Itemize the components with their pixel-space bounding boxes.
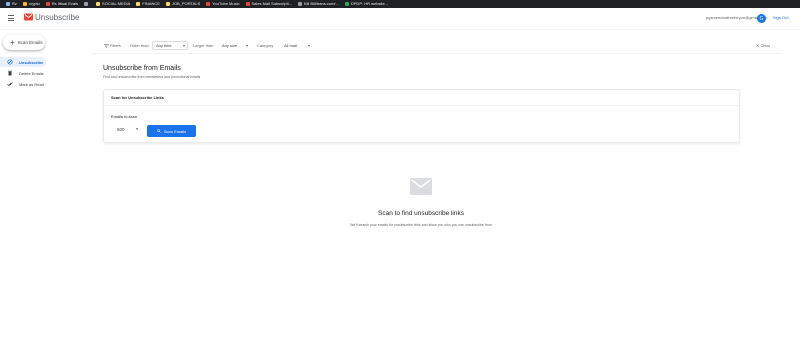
bookmark-item[interactable]: DPDP: HR website... [344,0,388,8]
bookmark-label: Sales Mail Subscripti... [251,1,292,6]
search-icon [157,129,161,133]
empty-state-title: Scan to find unsubscribe links [378,210,464,217]
trash-icon [7,70,13,76]
sidebar-item-mark-as-read[interactable]: Mark as Read [0,79,46,89]
page-title: Unsubscribe from Emails [103,65,181,72]
app-title: Unsubscribe [35,13,80,22]
page-subtitle: Find and unsubscribe from newsletters an… [103,75,201,79]
older-than-value: Any time [156,43,172,48]
sidebar-item-delete-emails[interactable]: Delete Emails [0,68,46,78]
scan-card: Scan for Unsubscribe Links Emails to sca… [103,89,740,143]
filters-label: Filters [110,43,121,48]
bookmark-label: FINANCE [142,1,160,6]
bookmark-item[interactable]: Rz [6,0,17,8]
bookmark-favicon-icon [136,2,141,6]
scan-card-title: Scan for Unsubscribe Links [111,95,164,100]
emails-to-scan-value: 500 [117,126,125,132]
chevron-down-icon: ▾ [307,43,310,48]
plus-icon: + [10,37,15,47]
bookmark-item[interactable]: Sales Mail Subscripti... [245,0,292,8]
unlink-icon [7,59,13,65]
emails-to-scan-select[interactable]: 500 ▾ [112,124,140,134]
emails-to-scan-label: Emails to scan [111,114,138,119]
bookmark-favicon-icon [245,2,250,6]
scan-card-header: Scan for Unsubscribe Links [104,90,739,106]
app-header: Unsubscribe pgsmenutorfreeforyou@gmail.c… [0,8,800,30]
bookmark-item[interactable]: JOB_PORTALS [165,0,201,8]
gmail-logo-icon [24,13,33,21]
sidebar-scan-emails-label: Scan Emails [17,40,43,45]
bookmark-favicon-icon [84,2,89,6]
sign-out-link[interactable]: Sign Out [773,15,789,21]
bookmark-item[interactable]: FINANCE [136,0,160,8]
bookmark-item[interactable] [84,2,90,6]
bookmark-label: Rs Ittisal Evals [51,1,79,6]
done-all-icon [7,81,13,87]
older-than-label: Older than [130,43,149,48]
bookmarks-bar: Rz crypto Rs Ittisal Evals SOCIAL MEDIA FINA… [0,0,800,8]
larger-than-value: Any size [222,43,238,48]
bookmark-label: SOCIAL MEDIA [102,1,131,6]
bookmark-label: crypto [28,1,40,6]
sidebar-item-label: Mark as Read [19,81,44,87]
empty-state-description: We'll search your emails for unsubscribe… [350,223,492,227]
bookmark-favicon-icon [344,2,349,6]
bookmark-item[interactable]: crypto [22,0,40,8]
clear-filters-button[interactable]: ✕ Clear [756,43,770,49]
sidebar-item-unsubscribe[interactable]: Unsubscribe [0,57,46,67]
bookmark-favicon-icon [165,2,170,6]
category-select[interactable]: All mail ▾ [280,41,313,50]
bookmark-favicon-icon [96,2,101,6]
chevron-down-icon: ▾ [245,43,248,48]
larger-than-label: Larger than [193,43,214,48]
bookmark-item[interactable]: Kill Bill/trans.com/... [297,0,339,8]
bookmark-favicon-icon [6,2,10,6]
chevron-down-icon: ▾ [182,43,185,48]
bookmark-label: Rz [12,1,17,6]
bookmark-item[interactable]: YouTube Music [206,0,240,8]
scan-emails-button[interactable]: Scan Emails [147,125,196,137]
bookmark-favicon-icon [297,2,302,6]
sidebar-item-label: Delete Emails [19,70,44,76]
older-than-select[interactable]: Any time ▾ [152,41,188,50]
avatar[interactable]: G [757,14,766,23]
sidebar-scan-emails-button[interactable]: + Scan Emails [3,35,45,50]
mail-icon [410,178,432,195]
larger-than-select[interactable]: Any size ▾ [218,41,251,50]
bookmark-item[interactable]: Rs Ittisal Evals [45,0,79,8]
category-label: Category [257,43,274,48]
chevron-down-icon: ▾ [135,126,138,131]
filter-bar: Filters Older than Any time ▾ Larger tha… [92,38,782,54]
bookmark-favicon-icon [206,2,211,6]
bookmark-favicon-icon [45,2,50,6]
bookmark-favicon-icon [22,2,27,6]
bookmark-label: YouTube Music [212,1,240,6]
clear-label: Clear [760,43,771,48]
bookmark-item[interactable]: SOCIAL MEDIA [96,0,130,8]
scan-emails-button-label: Scan Emails [163,128,187,134]
bookmark-label: JOB_PORTALS [171,1,201,6]
category-value: All mail [284,43,297,48]
sidebar-item-label: Unsubscribe [19,59,44,65]
bookmark-label: Kill Bill/trans.com/... [303,1,339,6]
bookmark-label: DPDP: HR website... [350,1,388,6]
menu-icon[interactable] [6,13,16,23]
filter-icon [104,44,109,48]
